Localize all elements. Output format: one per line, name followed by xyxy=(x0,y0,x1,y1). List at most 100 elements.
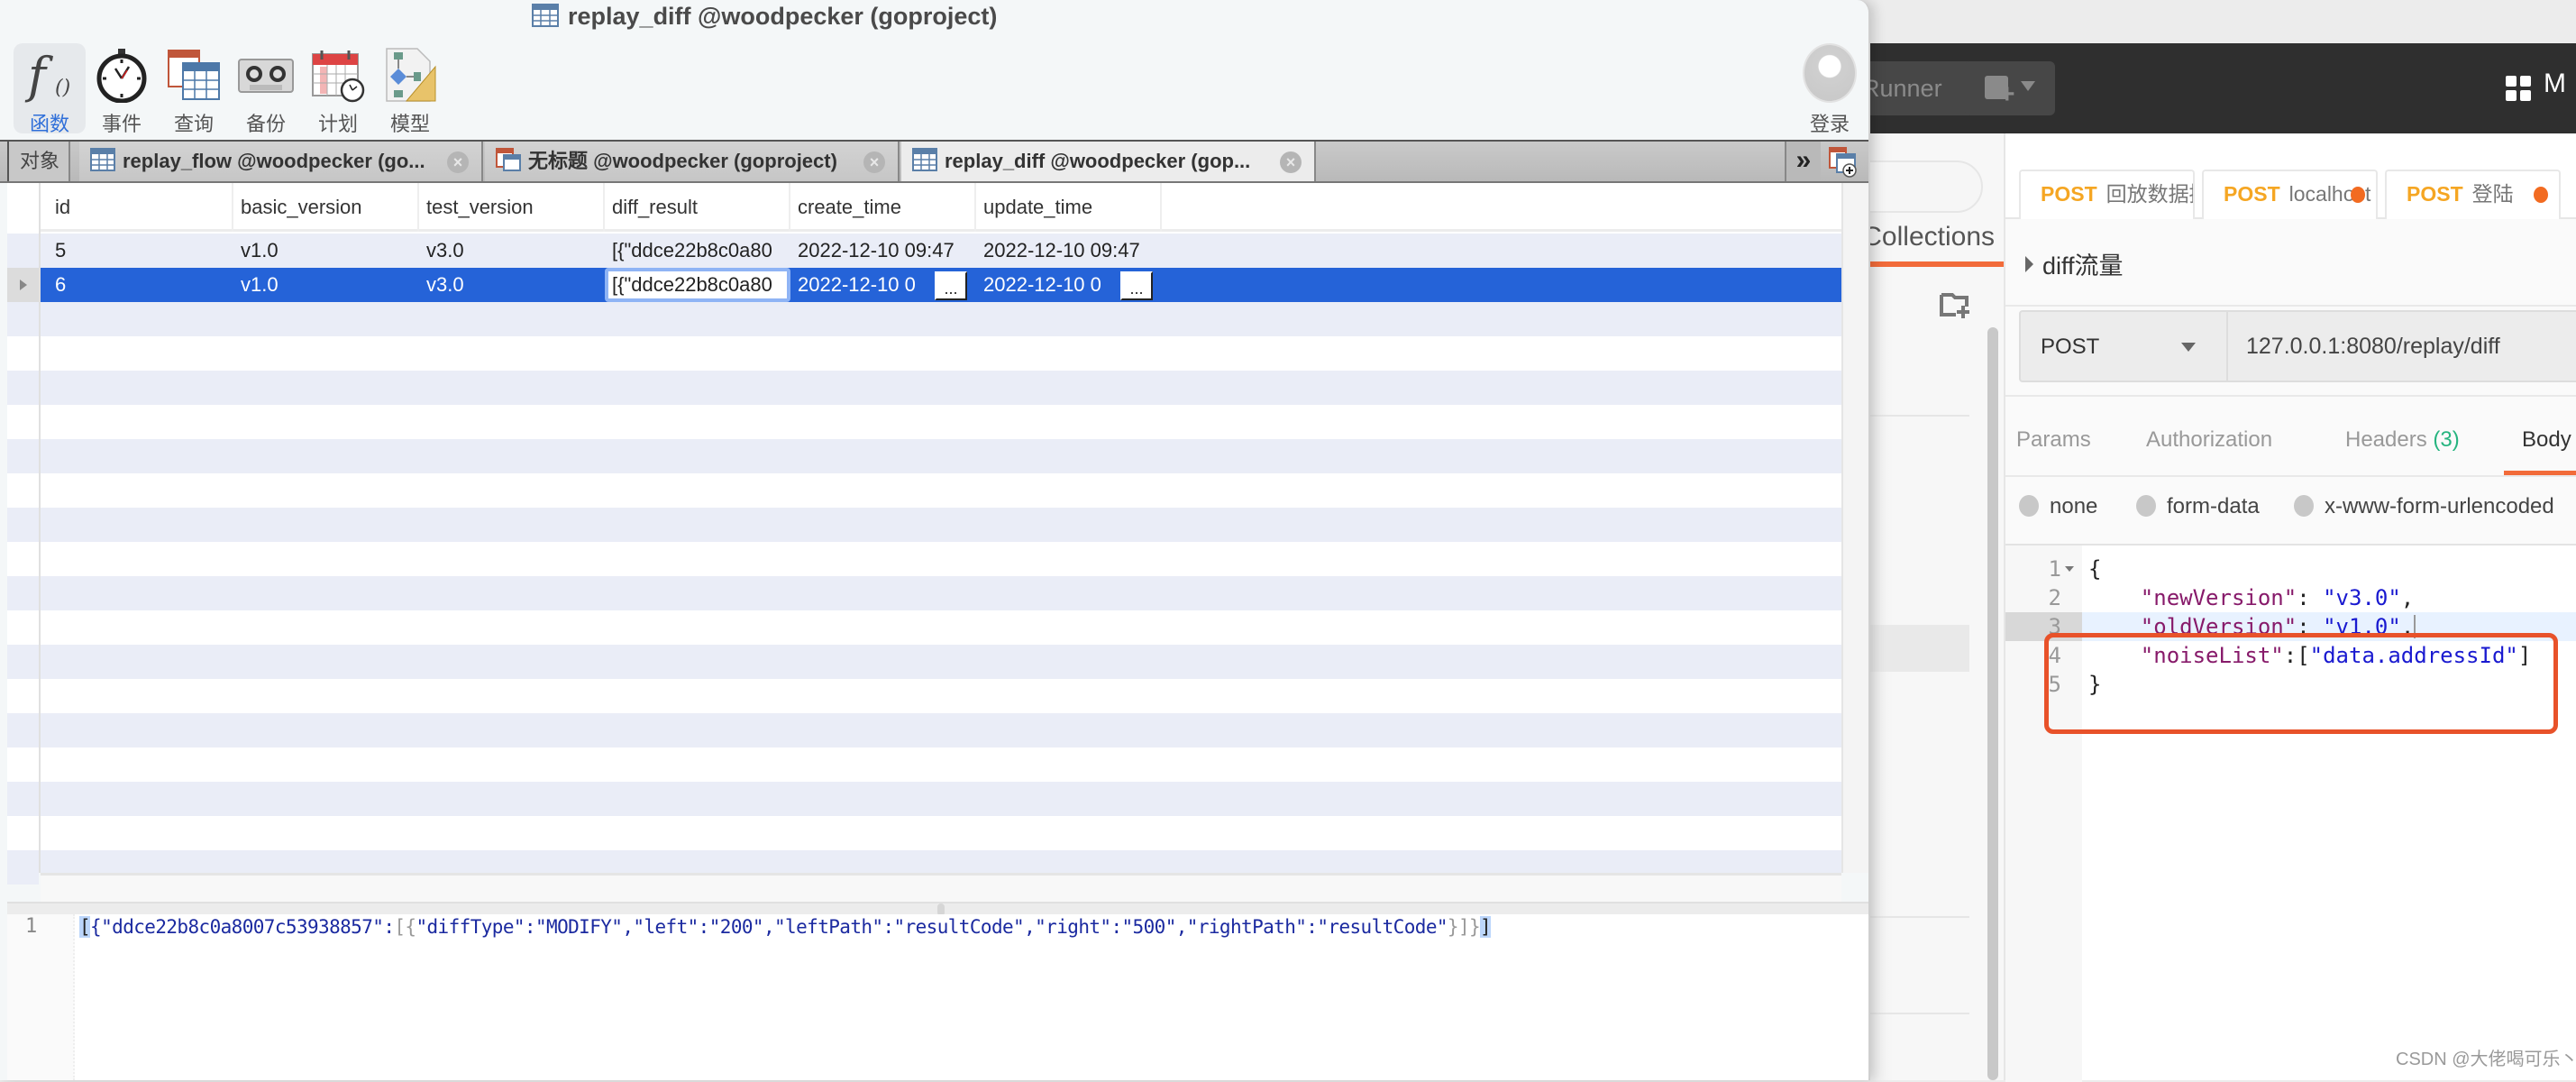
cell-expand-button[interactable]: ... xyxy=(1120,271,1153,300)
row-header[interactable] xyxy=(7,747,39,782)
tab-untitled-query[interactable]: 无标题 @woodpecker (goproject) × xyxy=(485,142,900,181)
workspace-grid-icon[interactable] xyxy=(2506,76,2531,101)
row-header[interactable] xyxy=(7,576,39,610)
code-line[interactable]: 2 "newVersion": "v3.0", xyxy=(2005,583,2576,612)
row-header[interactable] xyxy=(7,645,39,679)
tab-headers[interactable]: Headers (3) xyxy=(2345,427,2460,453)
row-header[interactable] xyxy=(7,679,39,713)
close-icon[interactable]: × xyxy=(863,151,885,173)
editor-value-text[interactable]: [{"ddce22b8c0a8007c53938857":[{"diffType… xyxy=(79,914,1492,940)
url-bar: POST 127.0.0.1:8080/replay/diff xyxy=(2019,310,2576,382)
radio-urlencoded[interactable]: x-www-form-urlencoded xyxy=(2294,494,2554,519)
request-tab[interactable]: POST 登陆 xyxy=(2385,170,2561,219)
toolbar-backup-button[interactable]: 备份 xyxy=(230,43,302,135)
table-row[interactable]: 6 v1.0 v3.0 [{"ddce22b8c0a80 2022-12-10 0...… xyxy=(41,268,1841,302)
row-header[interactable] xyxy=(7,508,39,542)
tab-objects[interactable]: 对象 xyxy=(7,142,70,181)
toolbar-event-button[interactable]: 事件 xyxy=(86,43,158,135)
current-row-arrow-icon xyxy=(20,280,27,290)
row-header[interactable] xyxy=(7,302,39,336)
row-header[interactable] xyxy=(7,336,39,371)
request-name[interactable]: diff流量 xyxy=(2025,246,2124,281)
new-table-icon[interactable] xyxy=(1828,147,1859,178)
grid-vertical-scrollbar[interactable] xyxy=(1841,183,1868,873)
tab-params[interactable]: Params xyxy=(2016,427,2091,453)
row-header[interactable] xyxy=(7,268,39,302)
column-header-id[interactable]: id xyxy=(48,183,233,232)
request-tab[interactable]: POST localhost xyxy=(2202,170,2378,219)
radio-none[interactable]: none xyxy=(2019,494,2097,519)
tab-body[interactable]: Body xyxy=(2522,427,2571,453)
workspace-label[interactable]: M xyxy=(2544,69,2566,99)
tab-replay-flow[interactable]: replay_flow @woodpecker (go... × xyxy=(79,142,483,181)
cell-create_time[interactable]: 2022-12-10 09:47 xyxy=(790,234,976,268)
toolbar-function-button[interactable]: f() 函数 xyxy=(14,43,86,135)
row-header[interactable] xyxy=(7,610,39,645)
new-collection-icon[interactable] xyxy=(1940,291,1970,318)
cell-update_time[interactable]: 2022-12-10 09:47 xyxy=(976,234,1162,268)
cell-id[interactable]: 5 xyxy=(48,234,233,268)
cell-diff_result[interactable]: [{"ddce22b8c0a80 xyxy=(605,268,790,302)
method-select[interactable]: POST xyxy=(2021,312,2228,381)
fold-caret-icon[interactable] xyxy=(2065,566,2074,572)
row-header[interactable] xyxy=(7,782,39,816)
postman-main: POST 回放数据接口 POSTlocalhost POST 登陆 diff流量 P… xyxy=(2005,133,2576,1082)
table-icon xyxy=(532,4,559,27)
row-header[interactable] xyxy=(7,713,39,747)
grid-horizontal-scrollbar[interactable] xyxy=(41,873,1841,902)
toolbar-schedule-button[interactable]: 计划 xyxy=(302,43,374,135)
sidebar-selected-item[interactable] xyxy=(1857,625,1969,672)
column-header-create_time[interactable]: create_time xyxy=(790,183,976,232)
collections-tab[interactable]: Collections xyxy=(1857,222,2004,267)
close-icon[interactable]: × xyxy=(1280,151,1302,173)
column-header-diff_result[interactable]: diff_result xyxy=(605,183,790,232)
request-tab[interactable]: POST 回放数据接口 xyxy=(2019,170,2195,219)
window-title: replay_diff @woodpecker (goproject) xyxy=(532,3,997,35)
row-header[interactable] xyxy=(7,371,39,405)
code-line[interactable]: 4 "noiseList":["data.addressId"] xyxy=(2005,641,2576,670)
toolbar-query-button[interactable]: 查询 xyxy=(158,43,230,135)
column-header-basic_version[interactable]: basic_version xyxy=(233,183,419,232)
code-line[interactable]: 1{ xyxy=(2005,555,2576,583)
code-line[interactable]: 5} xyxy=(2005,670,2576,699)
toolbar-model-button[interactable]: 模型 xyxy=(374,43,446,135)
tab-authorization[interactable]: Authorization xyxy=(2146,427,2272,453)
code-line[interactable]: 3 "oldVersion": "v1.0", xyxy=(2005,612,2576,641)
sidebar-scrollbar[interactable] xyxy=(1987,327,1998,1080)
row-header[interactable] xyxy=(7,473,39,508)
tab-name: 回放数据接口 xyxy=(2106,182,2193,206)
cell-test_version[interactable]: v3.0 xyxy=(419,234,605,268)
cell-id[interactable]: 6 xyxy=(48,268,233,302)
login-button[interactable]: 登录 xyxy=(1798,40,1861,135)
new-request-button[interactable]: + xyxy=(1965,61,2055,115)
toolbar-label: 事件 xyxy=(101,113,142,135)
value-editor[interactable]: 1 [{"ddce22b8c0a8007c53938857":[{"diffTy… xyxy=(7,914,1868,1080)
row-header[interactable] xyxy=(7,542,39,576)
cell-expand-button[interactable]: ... xyxy=(935,271,967,300)
unsaved-dot-icon xyxy=(2534,187,2548,203)
radio-form-data[interactable]: form-data xyxy=(2136,494,2260,519)
row-header[interactable] xyxy=(7,850,39,885)
row-header[interactable] xyxy=(7,405,39,439)
cell-test_version[interactable]: v3.0 xyxy=(419,268,605,302)
row-header[interactable] xyxy=(7,816,39,850)
postman-title-strip xyxy=(1857,0,2576,43)
cell-basic_version[interactable]: v1.0 xyxy=(233,234,419,268)
column-header-update_time[interactable]: update_time xyxy=(976,183,1162,232)
table-row[interactable]: 5 v1.0 v3.0 [{"ddce22b8c0a80 2022-12-10 09:4… xyxy=(41,234,1841,268)
tab-replay-diff[interactable]: replay_diff @woodpecker (gop... × xyxy=(901,142,1316,181)
code-text: "noiseList":["data.addressId"] xyxy=(2140,643,2532,668)
url-input[interactable]: 127.0.0.1:8080/replay/diff xyxy=(2246,334,2500,360)
data-grid: id basic_version test_version diff_result cr… xyxy=(7,183,1841,885)
more-tabs-button[interactable]: » xyxy=(1785,142,1821,181)
close-icon[interactable]: × xyxy=(447,151,469,173)
body-code-editor[interactable]: 1{2 "newVersion": "v3.0", 3 "oldVersion":… xyxy=(2005,544,2576,1082)
column-header-test_version[interactable]: test_version xyxy=(419,183,605,232)
row-header[interactable] xyxy=(7,439,39,473)
cell-basic_version[interactable]: v1.0 xyxy=(233,268,419,302)
pane-splitter[interactable] xyxy=(7,902,1868,916)
cell-diff_result[interactable]: [{"ddce22b8c0a80 xyxy=(605,234,790,268)
row-header[interactable] xyxy=(7,234,39,268)
sidebar-divider xyxy=(1857,916,1969,918)
avatar-icon xyxy=(1803,43,1857,103)
